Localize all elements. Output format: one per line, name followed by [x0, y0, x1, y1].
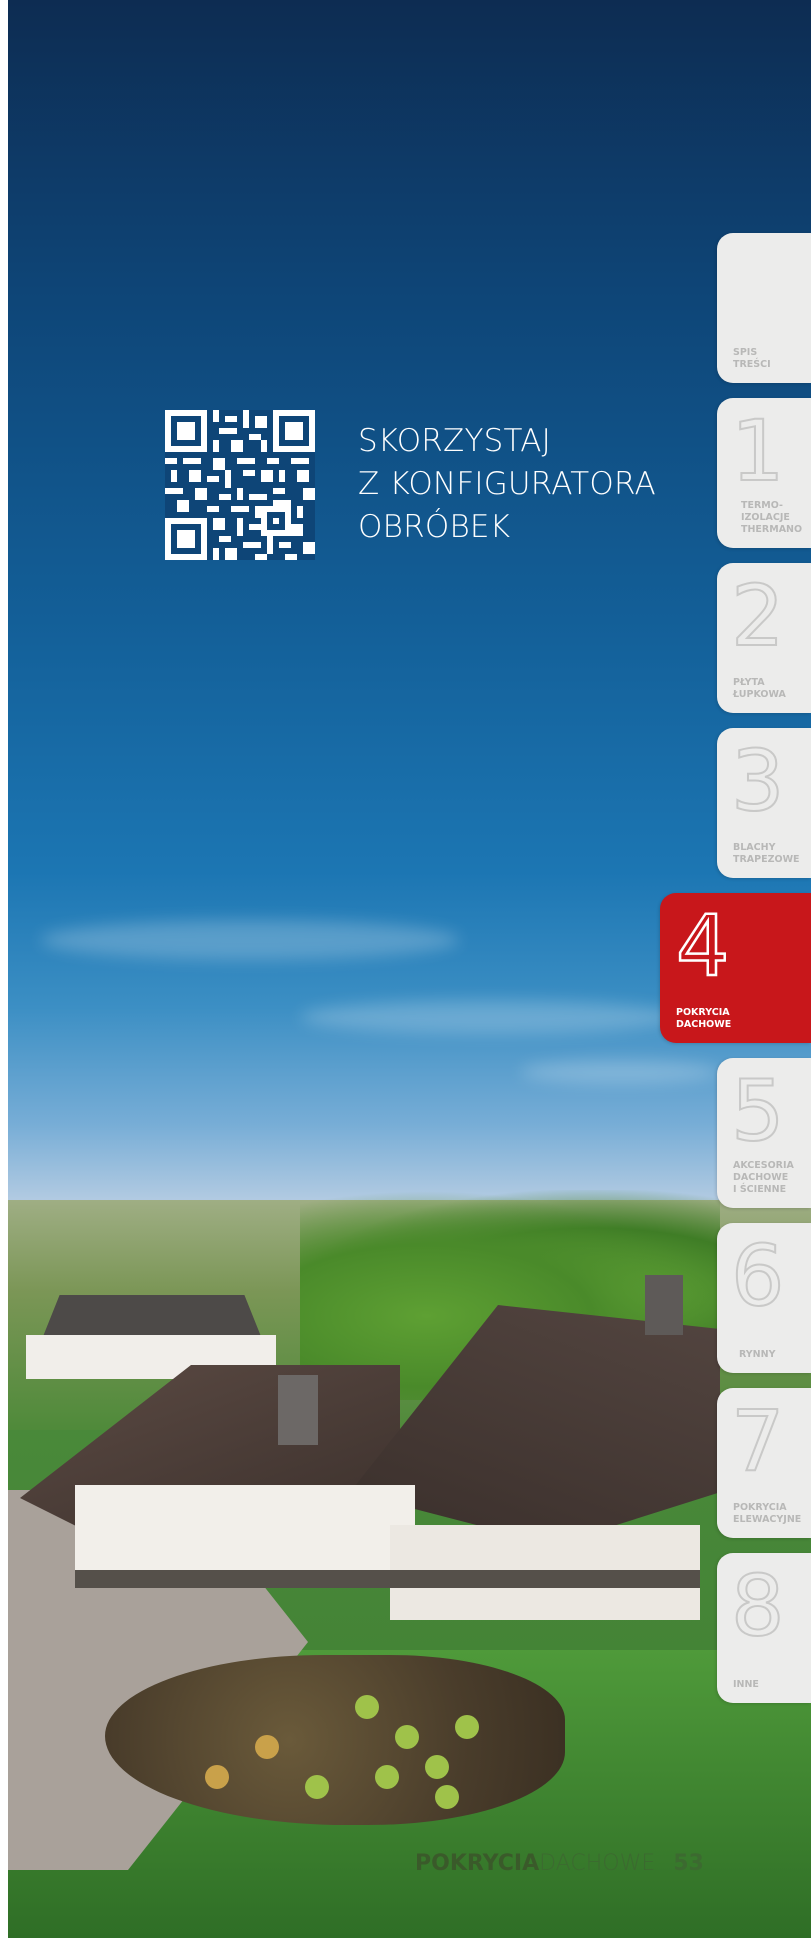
tab-label: TRAPEZOWE — [733, 854, 800, 865]
tab-label: AKCESORIA — [733, 1160, 794, 1171]
tab-label: THERMANO — [741, 524, 803, 535]
tab-section-8[interactable]: 8 INNE — [717, 1553, 811, 1703]
catalog-page: SKORZYSTAJ Z KONFIGURATORA OBRÓBEK SPIS … — [0, 0, 811, 1938]
cloud — [520, 1060, 720, 1084]
tab-label: TREŚCI — [733, 359, 771, 370]
tab-label: ELEWACYJNE — [733, 1514, 802, 1525]
cloud — [300, 1000, 680, 1034]
tab-label: PŁYTA — [733, 677, 765, 688]
page-number: 53 — [673, 1851, 704, 1876]
qr-code[interactable] — [165, 410, 315, 560]
cta-line: SKORZYSTAJ — [358, 423, 551, 459]
tab-label: IZOLACJE — [741, 512, 790, 523]
tab-section-7[interactable]: 7 POKRYCIA ELEWACYJNE — [717, 1388, 811, 1538]
tab-section-5[interactable]: 5 AKCESORIA DACHOWE I ŚCIENNE — [717, 1058, 811, 1208]
tab-contents[interactable]: SPIS TREŚCI — [717, 233, 811, 383]
tab-section-6[interactable]: 6 RYNNY — [717, 1223, 811, 1373]
tab-label: TERMO- — [741, 500, 783, 511]
cta-line: OBRÓBEK — [358, 509, 511, 545]
tab-label: ŁUPKOWA — [733, 689, 786, 700]
cta-line: Z KONFIGURATORA — [358, 466, 656, 502]
footer-section-bold: POKRYCIA — [415, 1851, 540, 1876]
tab-label: POKRYCIA — [676, 1007, 730, 1018]
tab-label: POKRYCIA — [733, 1502, 787, 1513]
tab-label: SPIS — [733, 347, 758, 358]
cloud — [40, 920, 460, 960]
footer-section-light: DACHOWE — [539, 1851, 656, 1876]
configurator-cta: SKORZYSTAJ Z KONFIGURATORA OBRÓBEK — [358, 420, 656, 549]
house-photo — [20, 1235, 720, 1655]
tab-number: 2 — [730, 567, 785, 665]
tab-number: 5 — [730, 1062, 785, 1160]
tab-section-3[interactable]: 3 BLACHY TRAPEZOWE — [717, 728, 811, 878]
tab-number: 7 — [730, 1392, 785, 1490]
tab-label: I ŚCIENNE — [733, 1184, 787, 1195]
qr-code-graphic — [165, 410, 315, 560]
tab-label: RYNNY — [739, 1349, 776, 1360]
tab-section-4-active[interactable]: 4 POKRYCIA DACHOWE — [660, 893, 811, 1043]
tab-label: BLACHY — [733, 842, 776, 853]
tab-number: 4 — [675, 897, 731, 995]
tab-number: 1 — [730, 402, 785, 500]
page-footer: POKRYCIADACHOWE 53 — [415, 1848, 704, 1880]
tab-number: 3 — [730, 732, 785, 830]
tab-number: 8 — [730, 1557, 785, 1655]
tab-label: INNE — [733, 1679, 759, 1690]
tab-label: DACHOWE — [676, 1019, 732, 1030]
tab-label: DACHOWE — [733, 1172, 789, 1183]
tab-section-2[interactable]: 2 PŁYTA ŁUPKOWA — [717, 563, 811, 713]
tab-section-1[interactable]: 1 TERMO- IZOLACJE THERMANO — [717, 398, 811, 548]
tab-number: 6 — [730, 1227, 785, 1325]
